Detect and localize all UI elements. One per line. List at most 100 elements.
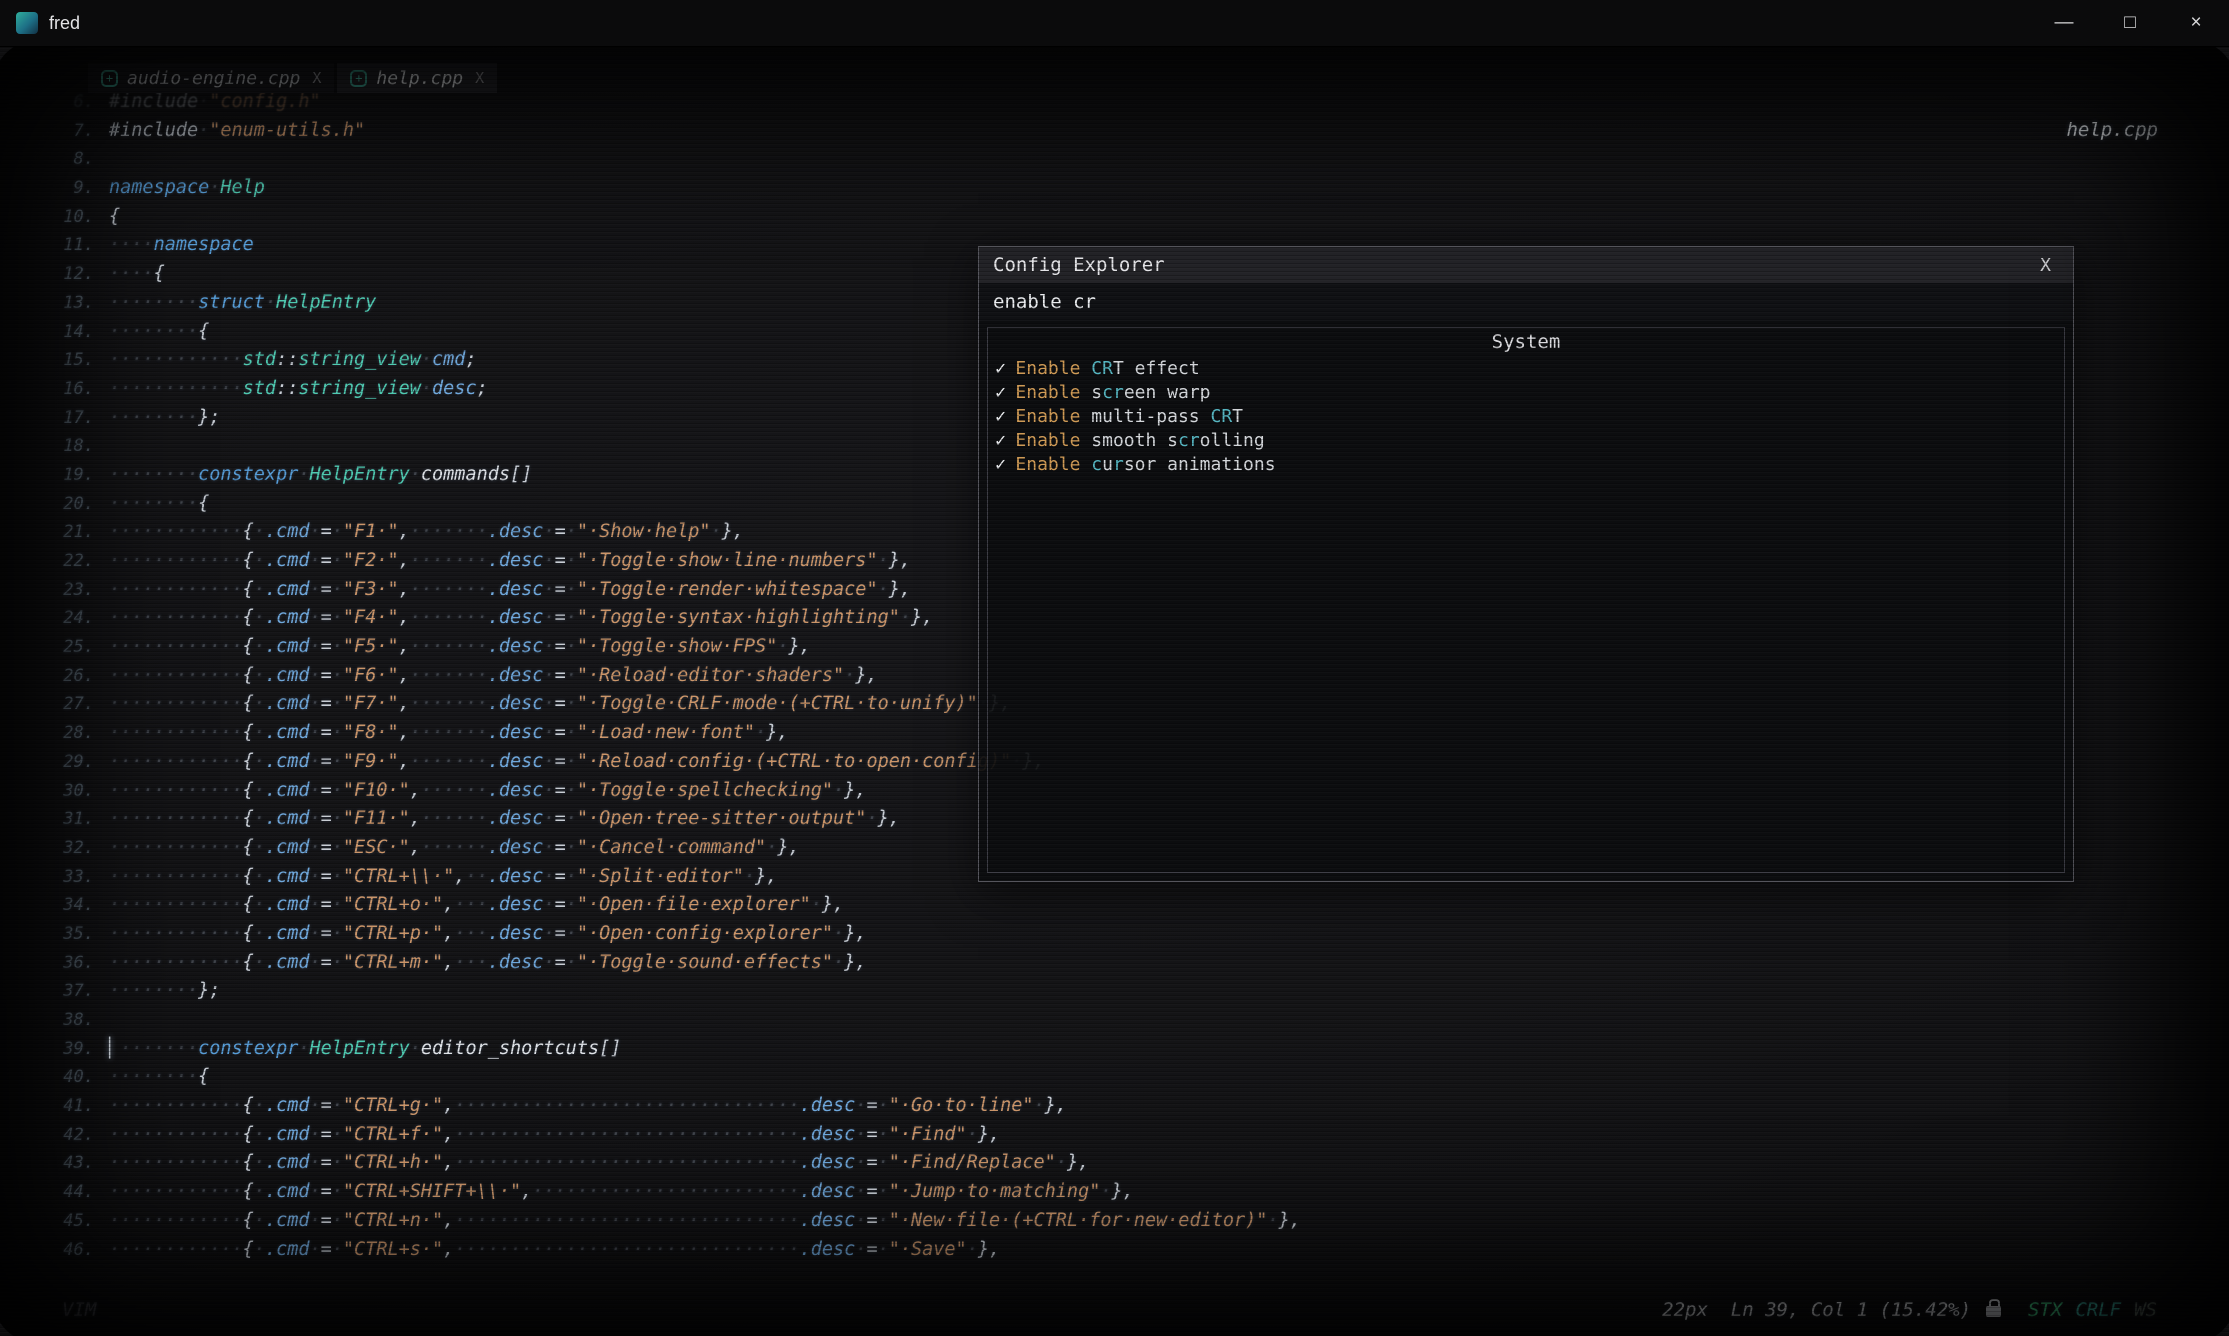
code-token: { [243, 1152, 254, 1173]
code-token: { [243, 808, 254, 829]
code-token: "ESC·" [343, 837, 410, 858]
code-token: "·Find/Replace" [889, 1152, 1056, 1173]
code-token: }, [844, 780, 866, 801]
line-number: 11. [22, 231, 94, 260]
maximize-button[interactable]: □ [2097, 0, 2163, 46]
text-cursor: ▏ [109, 1038, 120, 1059]
code-line-text: ············{·.cmd·=·"CTRL+m·",···.desc·… [109, 949, 866, 978]
code-line[interactable]: 34.············{·.cmd·=·"CTRL+o·",···.de… [22, 891, 1301, 920]
config-option[interactable]: ✓Enable screen warp [988, 380, 2064, 404]
tab-close-icon[interactable]: X [475, 69, 484, 87]
minimize-button[interactable]: — [2031, 0, 2097, 46]
code-token: · [566, 808, 577, 829]
code-token: , [443, 1152, 454, 1173]
checkbox-checked-icon[interactable]: ✓ [994, 383, 1007, 402]
code-line[interactable]: 39.▏·······constexpr·HelpEntry·editor_sh… [22, 1035, 1301, 1064]
code-token: ············ [109, 607, 243, 628]
code-token: · [566, 952, 577, 973]
label-segment: s [1080, 382, 1102, 403]
code-line[interactable]: 37.········}; [22, 977, 1301, 1006]
code-token: · [543, 837, 554, 858]
code-token: "·Load·new·font" [577, 722, 755, 743]
code-token: ······ [421, 808, 488, 829]
code-line-text: ········{ [109, 490, 209, 519]
code-line[interactable]: 38. [22, 1006, 1301, 1035]
code-token: :: [276, 349, 298, 370]
code-token: #include [109, 120, 198, 141]
code-token: "CTRL+p·" [343, 923, 443, 944]
config-option[interactable]: ✓Enable smooth scrolling [988, 429, 2064, 453]
code-line[interactable]: 9.namespace·Help [22, 174, 1301, 203]
config-search-input[interactable]: enable cr [979, 283, 2073, 321]
popup-close-icon[interactable]: X [2040, 255, 2051, 276]
code-token: .cmd [265, 1210, 310, 1231]
code-token: = [321, 808, 332, 829]
checkbox-checked-icon[interactable]: ✓ [994, 455, 1007, 474]
checkbox-checked-icon[interactable]: ✓ [994, 407, 1007, 426]
label-segment: Enable [1015, 358, 1080, 379]
code-line[interactable]: 36.············{·.cmd·=·"CTRL+m·",···.de… [22, 949, 1301, 978]
checkbox-checked-icon[interactable]: ✓ [994, 431, 1007, 450]
code-token: ············ [109, 808, 243, 829]
code-token: = [555, 636, 566, 657]
label-segment: c [1091, 454, 1102, 475]
code-line[interactable]: 45.············{·.cmd·=·"CTRL+n·",······… [22, 1207, 1301, 1236]
code-line[interactable]: 46.············{·.cmd·=·"CTRL+s·",······… [22, 1236, 1301, 1265]
code-line[interactable]: 10.{ [22, 203, 1301, 232]
code-token: = [321, 866, 332, 887]
code-token: ············ [109, 866, 243, 887]
code-token: "·Toggle·syntax·highlighting" [577, 607, 900, 628]
line-number: 13. [22, 289, 94, 318]
code-line[interactable]: 8. [22, 145, 1301, 174]
code-line[interactable]: 40.········{ [22, 1063, 1301, 1092]
line-number: 22. [22, 547, 94, 576]
code-token: · [543, 607, 554, 628]
code-line[interactable]: 42.············{·.cmd·=·"CTRL+f·",······… [22, 1121, 1301, 1150]
code-line-text: ········}; [109, 404, 220, 433]
line-number: 24. [22, 604, 94, 633]
code-line[interactable]: 41.············{·.cmd·=·"CTRL+g·",······… [22, 1092, 1301, 1121]
config-option[interactable]: ✓Enable cursor animations [988, 453, 2064, 477]
code-token: ········ [109, 407, 198, 428]
config-option[interactable]: ✓Enable CRT effect [988, 356, 2064, 380]
code-token: = [555, 837, 566, 858]
code-token: }, [978, 1124, 1000, 1145]
code-token: , [399, 579, 410, 600]
code-token: · [310, 693, 321, 714]
code-token: ·· [465, 866, 487, 887]
config-options-panel: System ✓Enable CRT effect✓Enable screen … [987, 327, 2065, 873]
code-token: HelpEntry [310, 464, 410, 485]
label-segment: T effect [1113, 358, 1200, 379]
code-token: , [399, 722, 410, 743]
line-number: 20. [22, 490, 94, 519]
config-option[interactable]: ✓Enable multi-pass CRT [988, 404, 2064, 428]
code-token: ········ [109, 321, 198, 342]
code-token: · [543, 665, 554, 686]
close-button[interactable]: × [2163, 0, 2229, 46]
label-segment: cr [1178, 430, 1200, 451]
cpp-file-icon [101, 70, 118, 87]
code-line-text: #include·"enum-utils.h" [109, 117, 365, 146]
code-token: · [900, 607, 911, 628]
tab-close-icon[interactable]: X [312, 69, 321, 87]
code-line[interactable]: 44.············{·.cmd·=·"CTRL+SHIFT+\\·"… [22, 1178, 1301, 1207]
code-line-text: ············{·.cmd·=·"F3·",·······.desc·… [109, 576, 911, 605]
tab-audio-engine-cpp[interactable]: audio-engine.cpp X [88, 63, 334, 93]
code-token: }, [1111, 1181, 1133, 1202]
code-token: "·New·file·(+CTRL·for·new·editor)" [889, 1210, 1268, 1231]
checkbox-checked-icon[interactable]: ✓ [994, 359, 1007, 378]
code-token: = [866, 1181, 877, 1202]
code-token: , [399, 665, 410, 686]
code-token: .cmd [265, 808, 310, 829]
code-line[interactable]: 43.············{·.cmd·=·"CTRL+h·",······… [22, 1149, 1301, 1178]
code-token: = [555, 808, 566, 829]
tab-help-cpp[interactable]: help.cpp X [337, 63, 497, 93]
code-token: string_view [298, 349, 421, 370]
code-token: "·Cancel·command" [577, 837, 766, 858]
code-token: · [332, 550, 343, 571]
code-line[interactable]: 7.#include·"enum-utils.h" [22, 117, 1301, 146]
code-token: = [555, 665, 566, 686]
code-line[interactable]: 35.············{·.cmd·=·"CTRL+p·",···.de… [22, 920, 1301, 949]
code-token: .desc [800, 1210, 856, 1231]
code-token: · [543, 693, 554, 714]
